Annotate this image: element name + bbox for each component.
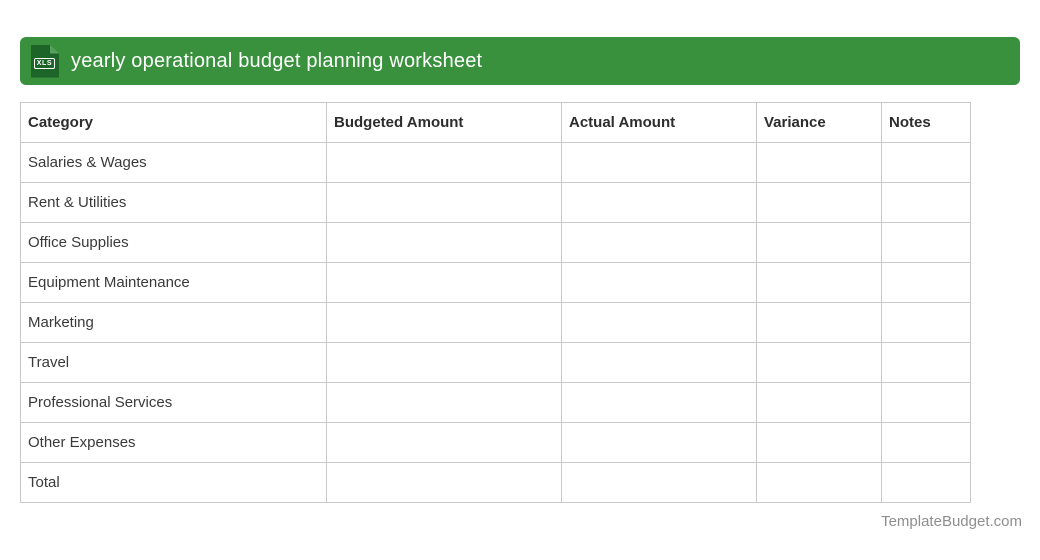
cell-actual-amount xyxy=(562,183,757,223)
cell-category: Salaries & Wages xyxy=(21,143,327,183)
cell-budgeted-amount xyxy=(327,263,562,303)
xls-file-icon: XLS xyxy=(31,45,59,78)
table-row: Travel xyxy=(21,343,971,383)
table-row: Marketing xyxy=(21,303,971,343)
table-row: Equipment Maintenance xyxy=(21,263,971,303)
cell-variance xyxy=(757,263,882,303)
cell-actual-amount xyxy=(562,263,757,303)
cell-budgeted-amount xyxy=(327,383,562,423)
column-header-variance: Variance xyxy=(757,103,882,143)
cell-budgeted-amount xyxy=(327,143,562,183)
cell-budgeted-amount xyxy=(327,223,562,263)
cell-actual-amount xyxy=(562,303,757,343)
column-header-category: Category xyxy=(21,103,327,143)
cell-category: Rent & Utilities xyxy=(21,183,327,223)
table-row: Other Expenses xyxy=(21,423,971,463)
cell-notes xyxy=(882,383,971,423)
table-header-row: Category Budgeted Amount Actual Amount V… xyxy=(21,103,971,143)
column-header-actual-amount: Actual Amount xyxy=(562,103,757,143)
cell-actual-amount xyxy=(562,423,757,463)
table-row: Professional Services xyxy=(21,383,971,423)
cell-notes xyxy=(882,223,971,263)
table-row-total: Total xyxy=(21,463,971,503)
cell-variance xyxy=(757,303,882,343)
cell-budgeted-amount xyxy=(327,343,562,383)
cell-budgeted-amount xyxy=(327,463,562,503)
cell-category: Equipment Maintenance xyxy=(21,263,327,303)
cell-variance xyxy=(757,383,882,423)
cell-category: Marketing xyxy=(21,303,327,343)
xls-file-icon-label: XLS xyxy=(34,58,55,69)
column-header-budgeted-amount: Budgeted Amount xyxy=(327,103,562,143)
cell-notes xyxy=(882,463,971,503)
table-row: Office Supplies xyxy=(21,223,971,263)
site-credit: TemplateBudget.com xyxy=(881,513,1022,530)
cell-category: Other Expenses xyxy=(21,423,327,463)
cell-budgeted-amount xyxy=(327,303,562,343)
cell-variance xyxy=(757,463,882,503)
cell-variance xyxy=(757,343,882,383)
cell-notes xyxy=(882,143,971,183)
cell-actual-amount xyxy=(562,143,757,183)
column-header-notes: Notes xyxy=(882,103,971,143)
cell-variance xyxy=(757,183,882,223)
cell-budgeted-amount xyxy=(327,423,562,463)
cell-category: Office Supplies xyxy=(21,223,327,263)
cell-actual-amount xyxy=(562,383,757,423)
cell-notes xyxy=(882,183,971,223)
table-row: Rent & Utilities xyxy=(21,183,971,223)
worksheet-title-bar: XLS yearly operational budget planning w… xyxy=(20,37,1020,85)
cell-budgeted-amount xyxy=(327,183,562,223)
cell-notes xyxy=(882,303,971,343)
cell-actual-amount xyxy=(562,223,757,263)
xls-file-icon-folded-corner xyxy=(50,45,59,54)
cell-variance xyxy=(757,143,882,183)
table-row: Salaries & Wages xyxy=(21,143,971,183)
cell-variance xyxy=(757,423,882,463)
page-title: yearly operational budget planning works… xyxy=(71,50,482,73)
cell-notes xyxy=(882,423,971,463)
budget-table: Category Budgeted Amount Actual Amount V… xyxy=(20,102,971,503)
cell-category: Travel xyxy=(21,343,327,383)
cell-category: Total xyxy=(21,463,327,503)
cell-variance xyxy=(757,223,882,263)
cell-actual-amount xyxy=(562,343,757,383)
cell-notes xyxy=(882,263,971,303)
cell-actual-amount xyxy=(562,463,757,503)
cell-category: Professional Services xyxy=(21,383,327,423)
cell-notes xyxy=(882,343,971,383)
